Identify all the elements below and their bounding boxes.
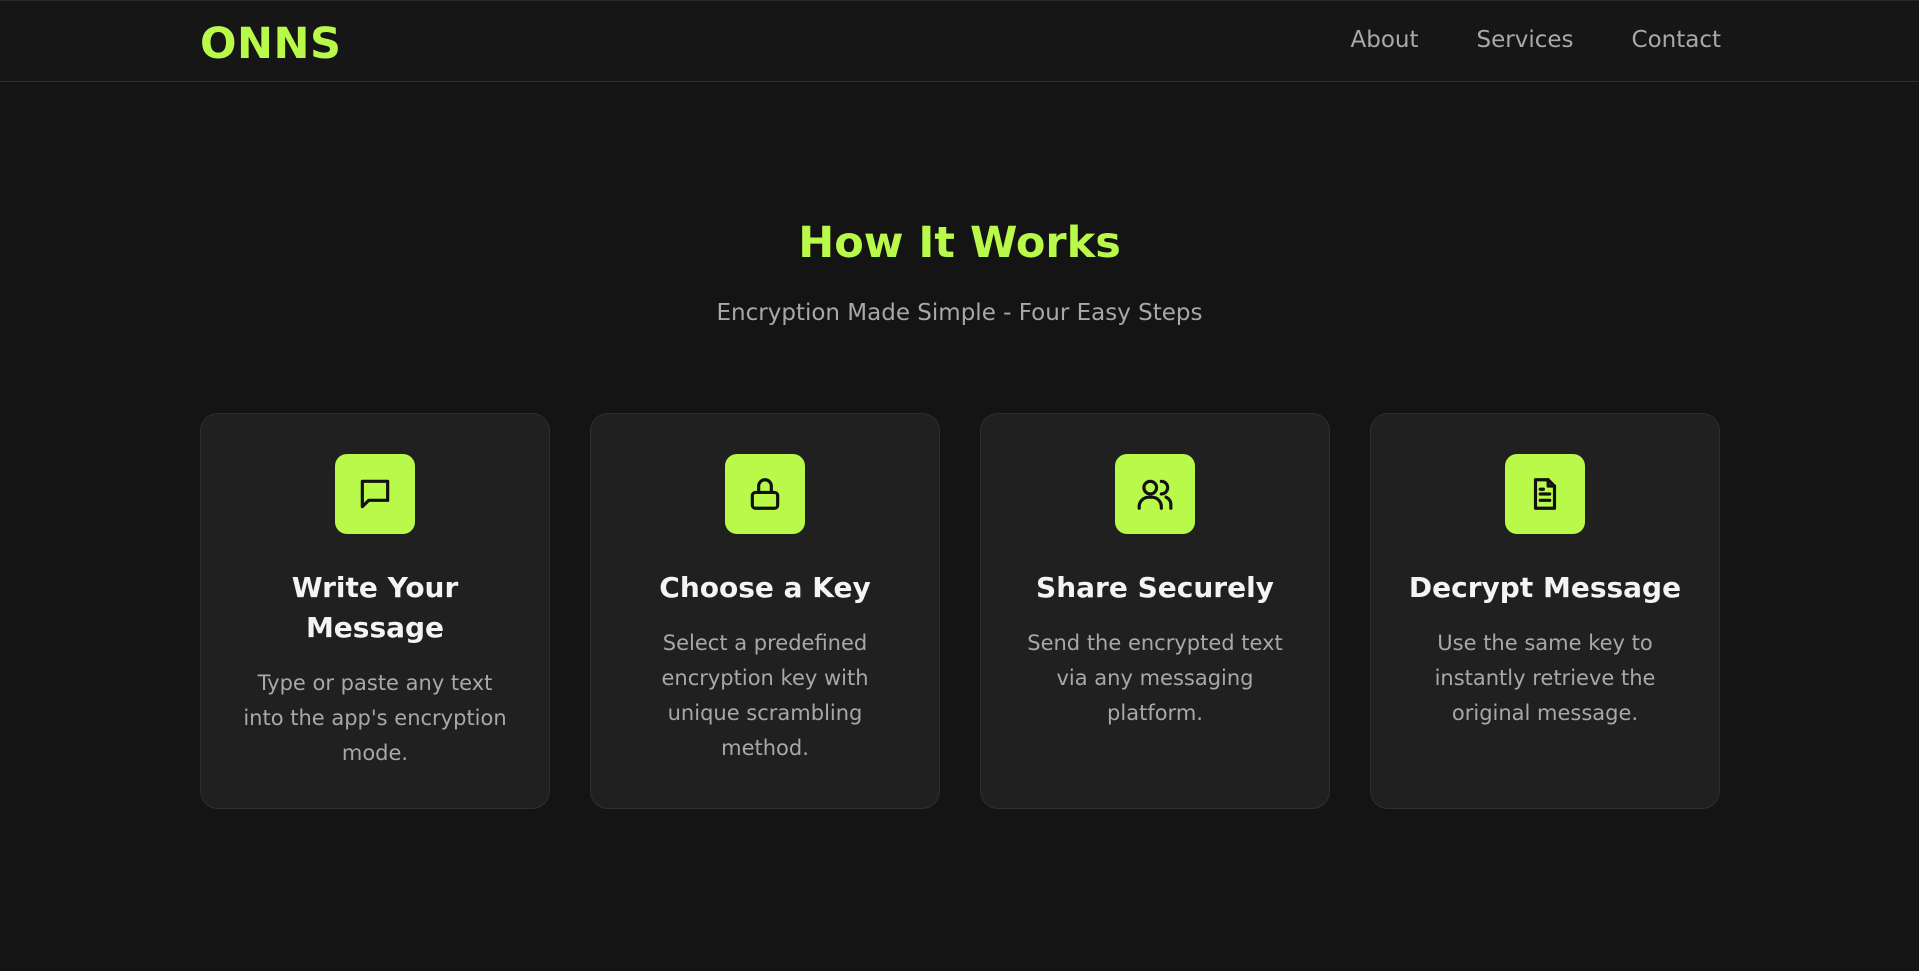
step-title: Decrypt Message — [1408, 571, 1682, 604]
nav-links: About Services Contact — [1293, 27, 1722, 53]
step-card-key: Choose a Key Select a predefined encrypt… — [590, 413, 940, 809]
lock-icon — [750, 478, 780, 510]
section-subtitle: Encryption Made Simple - Four Easy Steps — [716, 300, 1203, 326]
message-icon — [360, 479, 390, 509]
step-icon-box — [1505, 454, 1585, 534]
nav-link-contact[interactable]: Contact — [1632, 27, 1721, 53]
step-card-decrypt: Decrypt Message Use the same key to inst… — [1370, 413, 1720, 809]
step-icon-box — [725, 454, 805, 534]
nav-link-services[interactable]: Services — [1477, 27, 1574, 53]
users-icon — [1137, 479, 1173, 510]
step-title: Share Securely — [1036, 571, 1274, 604]
steps-grid: Write Your Message Type or paste any tex… — [200, 413, 1720, 809]
step-description: Type or paste any text into the app's en… — [243, 671, 507, 765]
nav-link-about[interactable]: About — [1351, 27, 1419, 53]
document-icon — [1533, 478, 1557, 510]
navbar: ONNS About Services Contact — [0, 0, 1919, 82]
step-icon-box — [335, 454, 415, 534]
step-description: Select a predefined encryption key with … — [661, 631, 869, 760]
logo[interactable]: ONNS — [200, 19, 342, 69]
step-description: Send the encrypted text via any messagin… — [1027, 631, 1283, 725]
step-description: Use the same key to instantly retrieve t… — [1434, 631, 1656, 725]
step-card-write: Write Your Message Type or paste any tex… — [200, 413, 550, 809]
step-title: Write Your Message — [291, 571, 459, 644]
step-title: Choose a Key — [659, 571, 871, 604]
step-icon-box — [1115, 454, 1195, 534]
section-title: How It Works — [798, 218, 1121, 268]
step-card-share: Share Securely Send the encrypted text v… — [980, 413, 1330, 809]
